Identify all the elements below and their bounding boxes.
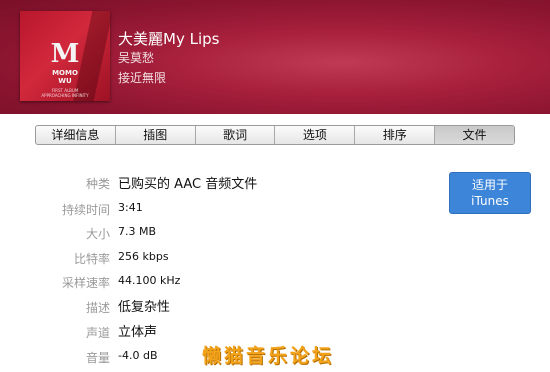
available-on-itunes-button[interactable]: 适用于 iTunes	[449, 172, 531, 214]
profile-label: 描述	[85, 301, 110, 315]
forum-watermark: 懒猫音乐论坛	[202, 345, 335, 367]
volume-value: -4.0 dB	[118, 349, 158, 362]
song-title: 大美麗My Lips	[118, 30, 220, 48]
sample-rate-label: 采样速率	[61, 276, 110, 290]
channels-label: 声道	[85, 326, 110, 340]
cover-logo-text: MOMO	[52, 69, 78, 77]
duration-label: 持续时间	[61, 203, 110, 217]
tab-lyrics[interactable]: 歌词	[196, 126, 276, 144]
tab-artwork[interactable]: 插图	[116, 126, 196, 144]
itunes-button-line2: iTunes	[471, 194, 509, 208]
cover-fine-print-2: APPROACHING INFINITY	[41, 93, 89, 98]
kind-label: 种类	[85, 177, 110, 191]
bit-rate-value: 256 kbps	[118, 250, 169, 263]
artist-name: 吴莫愁	[118, 51, 155, 65]
tab-sorting[interactable]: 排序	[355, 126, 436, 144]
itunes-button-line1: 适用于	[471, 178, 508, 192]
album-cover-art: M MOMO WU FIRST ALBUM APPROACHING INFINI…	[20, 11, 110, 101]
channels-value: 立体声	[118, 325, 158, 340]
tab-file[interactable]: 文件	[435, 126, 514, 144]
tab-details[interactable]: 详细信息	[36, 126, 116, 144]
cover-logo-text-2: WU	[58, 77, 72, 85]
album-name: 接近無限	[118, 71, 167, 85]
size-value: 7.3 MB	[118, 225, 157, 238]
tab-options[interactable]: 选项	[275, 126, 356, 144]
size-label: 大小	[85, 227, 110, 241]
song-header: M MOMO WU FIRST ALBUM APPROACHING INFINI…	[0, 0, 550, 114]
duration-value: 3:41	[118, 201, 143, 214]
profile-value: 低复杂性	[118, 300, 171, 315]
bit-rate-label: 比特率	[73, 252, 110, 266]
volume-label: 音量	[85, 351, 110, 365]
sample-rate-value: 44.100 kHz	[118, 274, 181, 287]
cover-logo-letter: M	[50, 39, 80, 69]
info-tab-bar: 详细信息 插图 歌词 选项 排序 文件	[35, 125, 515, 145]
kind-value: 已购买的 AAC 音频文件	[118, 177, 258, 192]
